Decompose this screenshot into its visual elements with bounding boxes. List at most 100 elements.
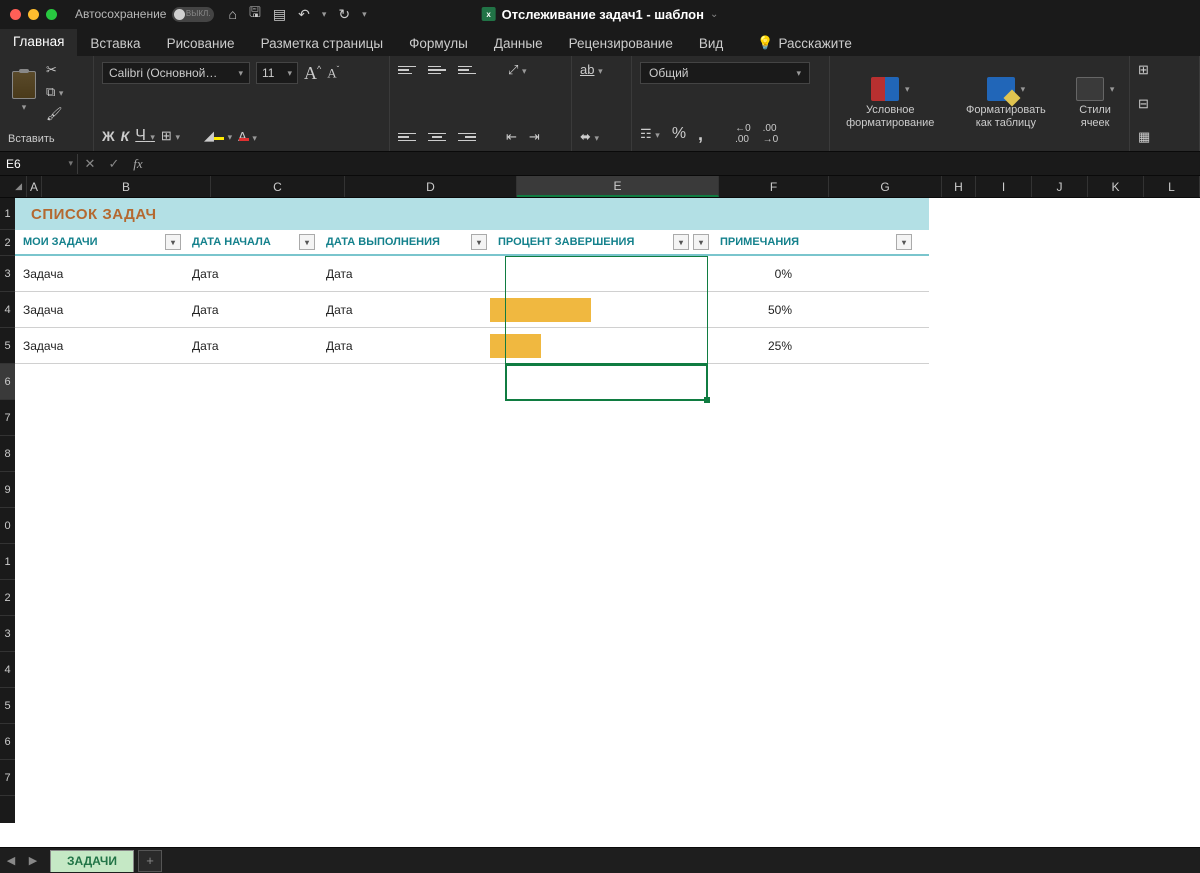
add-sheet-button[interactable]: +: [138, 850, 162, 872]
col-header-H[interactable]: H: [942, 176, 976, 197]
increase-decimal-icon[interactable]: ←0.00: [735, 123, 751, 145]
minimize-window-icon[interactable]: [28, 9, 39, 20]
bold-button[interactable]: Ж: [102, 128, 115, 144]
cell-notes[interactable]: [802, 328, 915, 363]
filter-button[interactable]: ▾: [165, 234, 181, 250]
underline-button[interactable]: Ч ▾: [135, 127, 155, 145]
tab-review[interactable]: Рецензирование: [556, 31, 686, 56]
tab-layout[interactable]: Разметка страницы: [248, 31, 396, 56]
filter-button[interactable]: ▾: [673, 234, 689, 250]
name-box[interactable]: E6 ▾: [0, 154, 78, 174]
cell-start[interactable]: Дата: [184, 328, 318, 363]
col-header-D[interactable]: D: [345, 176, 517, 197]
cell-start[interactable]: Дата: [184, 292, 318, 327]
col-header-I[interactable]: I: [976, 176, 1032, 197]
decrease-indent-icon[interactable]: ⇤: [506, 129, 517, 145]
merge-icon[interactable]: ⬌ ▾: [580, 129, 599, 145]
row-header-7[interactable]: 7: [0, 400, 15, 436]
filter-button[interactable]: ▾: [896, 234, 912, 250]
filter-button[interactable]: ▾: [299, 234, 315, 250]
cell-pct-bar[interactable]: [490, 328, 692, 363]
col-header-J[interactable]: J: [1032, 176, 1088, 197]
cell-notes[interactable]: [802, 256, 915, 291]
home-icon[interactable]: ⌂: [228, 6, 236, 22]
sheet-nav-next-icon[interactable]: ▶: [22, 854, 44, 867]
increase-font-icon[interactable]: A^: [304, 63, 321, 84]
paste-button[interactable]: ▾: [8, 69, 40, 115]
filter-button[interactable]: ▾: [693, 234, 709, 250]
font-name-select[interactable]: Calibri (Основной…▾: [102, 62, 250, 84]
cell-styles-button[interactable]: ▾ Стили ячеек: [1069, 75, 1121, 131]
insert-function-icon[interactable]: fx: [126, 156, 150, 172]
accounting-format-icon[interactable]: ☶ ▾: [640, 126, 660, 142]
decrease-font-icon[interactable]: Aˇ: [327, 65, 339, 81]
print-icon[interactable]: ▤: [273, 6, 286, 23]
tab-insert[interactable]: Вставка: [77, 31, 153, 56]
select-all-corner[interactable]: ◢: [0, 176, 27, 197]
format-as-table-button[interactable]: ▾ Форматировать как таблицу: [953, 75, 1060, 131]
undo-dropdown-icon[interactable]: ▾: [322, 9, 327, 20]
align-left-icon[interactable]: [398, 130, 416, 144]
increase-indent-icon[interactable]: ⇥: [529, 129, 540, 145]
align-right-icon[interactable]: [458, 130, 476, 144]
row-header-16[interactable]: 6: [0, 724, 15, 760]
sheet-content[interactable]: СПИСОК ЗАДАЧ МОИ ЗАДАЧИ▾ ДАТА НАЧАЛА▾ ДА…: [15, 198, 1200, 823]
row-header-10[interactable]: 0: [0, 508, 15, 544]
row-header-11[interactable]: 1: [0, 544, 15, 580]
insert-cells-icon[interactable]: ⊞: [1138, 62, 1149, 78]
align-bottom-icon[interactable]: [458, 63, 476, 77]
fill-color-icon[interactable]: ◢ ▾: [204, 128, 232, 144]
row-header-13[interactable]: 3: [0, 616, 15, 652]
sheet-tab[interactable]: ЗАДАЧИ: [50, 850, 134, 872]
col-header-B[interactable]: B: [42, 176, 211, 197]
percent-format-icon[interactable]: %: [672, 125, 686, 143]
toggle-switch-icon[interactable]: выкл.: [172, 7, 214, 22]
tab-home[interactable]: Главная: [0, 29, 77, 56]
borders-icon[interactable]: ⊞ ▾: [161, 128, 180, 144]
row-header-2[interactable]: 2: [0, 230, 15, 256]
chevron-down-icon[interactable]: ⌄: [710, 9, 718, 20]
italic-button[interactable]: К: [121, 128, 130, 144]
zoom-window-icon[interactable]: [46, 9, 57, 20]
tab-draw[interactable]: Рисование: [154, 31, 248, 56]
comma-format-icon[interactable]: ,: [698, 124, 703, 145]
row-header-1[interactable]: 1: [0, 198, 15, 230]
cell-pct-value[interactable]: 50%: [692, 292, 802, 327]
cell-due[interactable]: Дата: [318, 292, 490, 327]
orientation-icon[interactable]: ⤢ ▾: [508, 62, 527, 78]
col-header-K[interactable]: K: [1088, 176, 1144, 197]
delete-cells-icon[interactable]: ⊟: [1138, 96, 1149, 112]
col-header-E[interactable]: E: [517, 176, 719, 197]
cell-pct-value[interactable]: 0%: [692, 256, 802, 291]
filter-button[interactable]: ▾: [471, 234, 487, 250]
formula-input[interactable]: [150, 154, 1200, 174]
tab-view[interactable]: Вид: [686, 31, 736, 56]
format-painter-icon[interactable]: 🖌: [46, 106, 63, 122]
align-center-icon[interactable]: [428, 130, 446, 144]
col-header-G[interactable]: G: [829, 176, 942, 197]
cell-due[interactable]: Дата: [318, 256, 490, 291]
cell-task[interactable]: Задача: [15, 328, 184, 363]
row-header-8[interactable]: 8: [0, 436, 15, 472]
row-header-17[interactable]: 7: [0, 760, 15, 796]
col-header-L[interactable]: L: [1144, 176, 1200, 197]
redo-icon[interactable]: ↻: [338, 6, 350, 23]
tell-me-search[interactable]: 💡 Расскажите: [744, 30, 865, 56]
tab-formulas[interactable]: Формулы: [396, 31, 481, 56]
align-middle-icon[interactable]: [428, 63, 446, 77]
save-icon[interactable]: 🖫: [249, 2, 261, 26]
cell-notes[interactable]: [802, 292, 915, 327]
row-header-5[interactable]: 5: [0, 328, 15, 364]
qat-customize-icon[interactable]: ▾: [362, 9, 367, 20]
copy-icon[interactable]: ⧉ ▾: [46, 84, 63, 100]
enter-formula-icon[interactable]: ✓: [102, 156, 126, 172]
font-size-select[interactable]: 11▾: [256, 62, 298, 84]
row-header-3[interactable]: 3: [0, 256, 15, 292]
cell-start[interactable]: Дата: [184, 256, 318, 291]
row-header-15[interactable]: 5: [0, 688, 15, 724]
cell-pct-value[interactable]: 25%: [692, 328, 802, 363]
chevron-down-icon[interactable]: ▾: [68, 158, 73, 169]
tab-data[interactable]: Данные: [481, 31, 556, 56]
number-format-select[interactable]: Общий▾: [640, 62, 810, 84]
decrease-decimal-icon[interactable]: .00→0: [763, 123, 779, 145]
